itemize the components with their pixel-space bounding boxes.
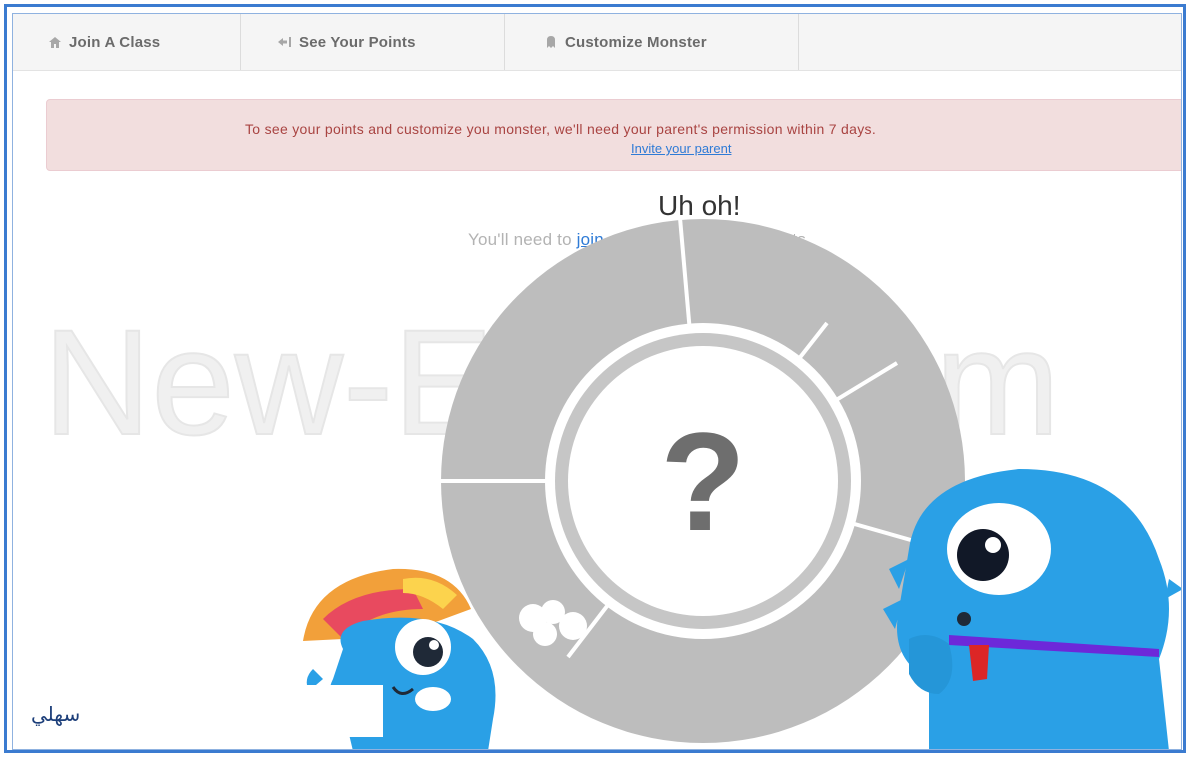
corner-logo-text: سهلي [31,702,81,726]
page-frame: Join A Class See Your Points Customize M… [12,13,1182,750]
question-mark-icon: ? [660,403,746,560]
blank-overlay [117,685,383,737]
monster-large [883,469,1181,749]
